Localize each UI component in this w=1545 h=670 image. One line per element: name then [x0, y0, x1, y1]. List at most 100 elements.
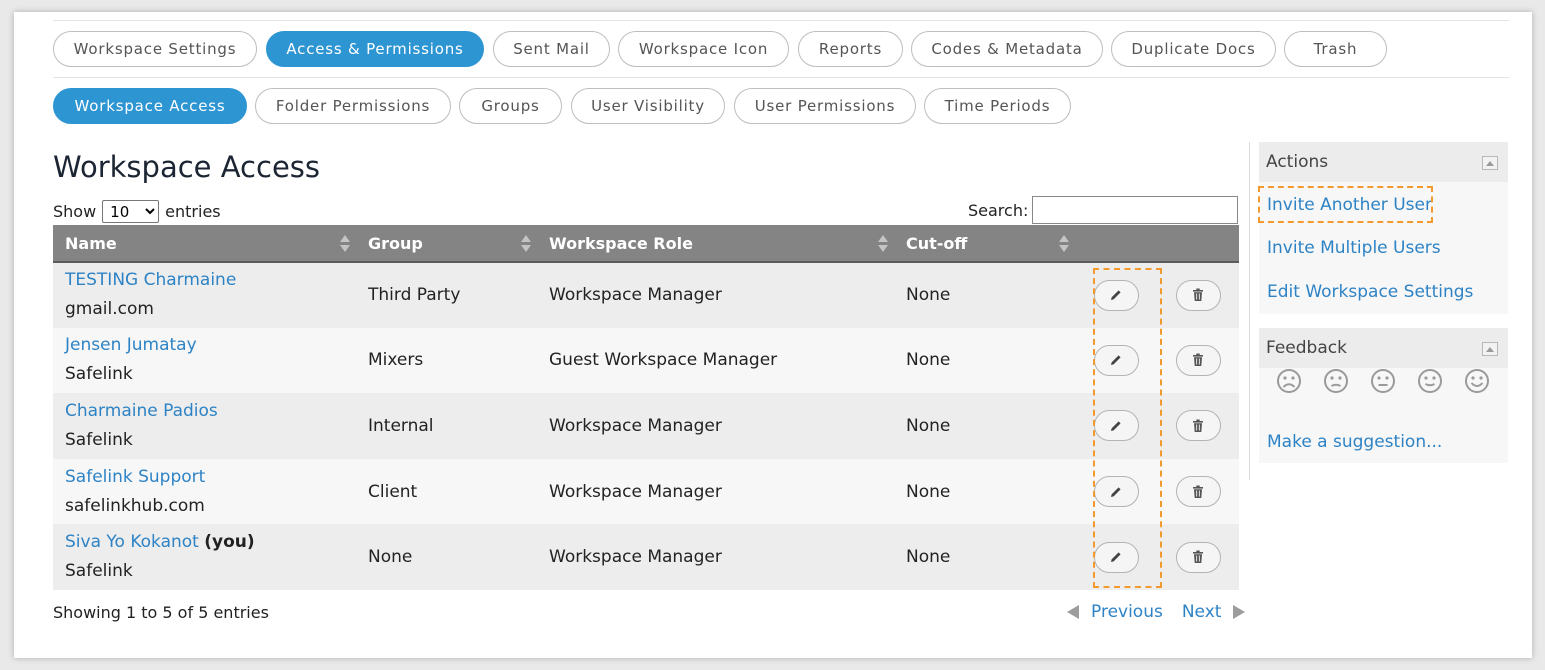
column-header-group[interactable]: Group	[356, 225, 537, 263]
edit-button[interactable]	[1093, 279, 1139, 311]
cell-delete	[1157, 262, 1239, 328]
user-name-link[interactable]: Charmaine Padios	[65, 401, 218, 421]
delete-button[interactable]	[1175, 541, 1221, 573]
subtab-folder-permissions[interactable]: Folder Permissions	[255, 88, 451, 124]
search-input[interactable]	[1032, 196, 1239, 224]
column-header-label: Group	[368, 233, 423, 253]
edit-workspace-settings-link[interactable]: Edit Workspace Settings	[1267, 282, 1473, 302]
cell-name: Jensen Jumatay Safelink	[53, 327, 356, 394]
pencil-icon	[1111, 552, 1121, 563]
edit-button[interactable]	[1093, 541, 1139, 573]
pencil-icon	[1111, 355, 1121, 366]
user-name-link[interactable]: Siva Yo Kokanot	[65, 532, 199, 552]
user-name-link[interactable]: TESTING Charmaine	[65, 270, 236, 290]
cell-group: Client	[356, 458, 537, 525]
invite-multiple-users-link[interactable]: Invite Multiple Users	[1267, 238, 1441, 258]
cell-cutoff: None	[894, 327, 1075, 394]
cell-delete	[1157, 524, 1239, 590]
cell-edit	[1075, 524, 1157, 590]
sort-icon	[521, 235, 531, 252]
user-org: Safelink	[65, 429, 133, 450]
subtab-user-permissions[interactable]: User Permissions	[734, 88, 916, 124]
user-org: gmail.com	[65, 299, 154, 320]
table-row: Charmaine Padios Safelink Internal Worksp…	[53, 393, 1239, 459]
tab-workspace-settings[interactable]: Workspace Settings	[53, 31, 257, 67]
very-sad-face-icon[interactable]	[1276, 368, 1302, 394]
edit-button[interactable]	[1093, 410, 1139, 442]
cell-name: Charmaine Padios Safelink	[53, 393, 356, 459]
cell-role: Workspace Manager	[537, 393, 894, 459]
table-row: TESTING Charmaine gmail.com Third Party W…	[53, 262, 1239, 328]
sort-icon	[878, 235, 888, 252]
delete-button[interactable]	[1175, 476, 1221, 508]
collapse-icon[interactable]	[1482, 342, 1498, 356]
subtab-time-periods[interactable]: Time Periods	[924, 88, 1071, 124]
cell-role: Workspace Manager	[537, 458, 894, 525]
actions-panel-header: Actions	[1259, 142, 1508, 182]
column-header-name[interactable]: Name	[53, 225, 356, 263]
smile-face-icon[interactable]	[1417, 368, 1443, 394]
column-header-role[interactable]: Workspace Role	[537, 225, 894, 263]
tab-trash[interactable]: Trash	[1284, 31, 1387, 67]
collapse-icon[interactable]	[1482, 156, 1498, 170]
cell-group: Third Party	[356, 262, 537, 328]
trash-icon	[1193, 485, 1203, 498]
sad-face-icon[interactable]	[1323, 368, 1349, 394]
previous-link[interactable]: Previous	[1091, 602, 1163, 622]
entries-select[interactable]: 10	[102, 200, 160, 223]
cell-group: Mixers	[356, 327, 537, 394]
page-title: Workspace Access	[53, 150, 321, 184]
delete-button[interactable]	[1175, 279, 1221, 311]
show-label: Show	[53, 202, 97, 221]
tab-reports[interactable]: Reports	[798, 31, 903, 67]
user-org: Safelink	[65, 561, 133, 582]
previous-arrow-icon	[1067, 605, 1079, 619]
column-header-label: Workspace Role	[549, 233, 693, 253]
edit-button[interactable]	[1093, 344, 1139, 376]
make-suggestion-link[interactable]: Make a suggestion...	[1267, 432, 1442, 452]
delete-button[interactable]	[1175, 410, 1221, 442]
cell-group: None	[356, 524, 537, 590]
cell-role: Workspace Manager	[537, 262, 894, 328]
you-label: (you)	[204, 532, 255, 553]
user-name-link[interactable]: Safelink Support	[65, 467, 205, 487]
tab-codes-metadata[interactable]: Codes & Metadata	[911, 31, 1103, 67]
cell-cutoff: None	[894, 458, 1075, 525]
next-link[interactable]: Next	[1182, 602, 1222, 622]
pencil-icon	[1111, 421, 1121, 431]
next-arrow-icon	[1233, 605, 1246, 619]
cell-delete	[1157, 458, 1239, 525]
actions-panel: Actions Invite Another User Invite Multi…	[1259, 142, 1508, 314]
table-row: Safelink Support safelinkhub.com Client W…	[53, 458, 1239, 525]
tab-workspace-icon[interactable]: Workspace Icon	[618, 31, 789, 67]
happy-face-icon[interactable]	[1464, 368, 1490, 394]
search-label: Search:	[968, 200, 1029, 220]
sidebar-divider	[1249, 142, 1250, 480]
cell-cutoff: None	[894, 262, 1075, 328]
entries-control: Show 10 entries	[53, 200, 221, 223]
invite-another-user-link[interactable]: Invite Another User	[1267, 195, 1432, 215]
column-header-cutoff[interactable]: Cut-off	[894, 225, 1075, 263]
cell-edit	[1075, 327, 1157, 394]
cell-delete	[1157, 393, 1239, 459]
subtab-groups[interactable]: Groups	[459, 88, 562, 124]
neutral-face-icon[interactable]	[1370, 368, 1396, 394]
column-header-label: Name	[65, 233, 117, 253]
tab-sent-mail[interactable]: Sent Mail	[493, 31, 610, 67]
feedback-panel-header: Feedback	[1259, 328, 1508, 368]
user-name-link[interactable]: Jensen Jumatay	[65, 335, 197, 355]
tab-access-permissions[interactable]: Access & Permissions	[266, 31, 484, 67]
delete-button[interactable]	[1175, 344, 1221, 376]
edit-button[interactable]	[1093, 476, 1139, 508]
feedback-faces	[1276, 368, 1490, 394]
sort-icon	[340, 235, 350, 252]
tabs-divider	[53, 77, 1509, 78]
pagination: Previous Next	[1067, 602, 1246, 622]
entries-label: entries	[165, 202, 221, 221]
column-header-edit	[1075, 225, 1157, 263]
user-org: Safelink	[65, 364, 133, 385]
subtab-workspace-access[interactable]: Workspace Access	[53, 88, 247, 124]
table-row: Siva Yo Kokanot (you) Safelink None Works…	[53, 524, 1239, 590]
tab-duplicate-docs[interactable]: Duplicate Docs	[1111, 31, 1276, 67]
subtab-user-visibility[interactable]: User Visibility	[571, 88, 725, 124]
